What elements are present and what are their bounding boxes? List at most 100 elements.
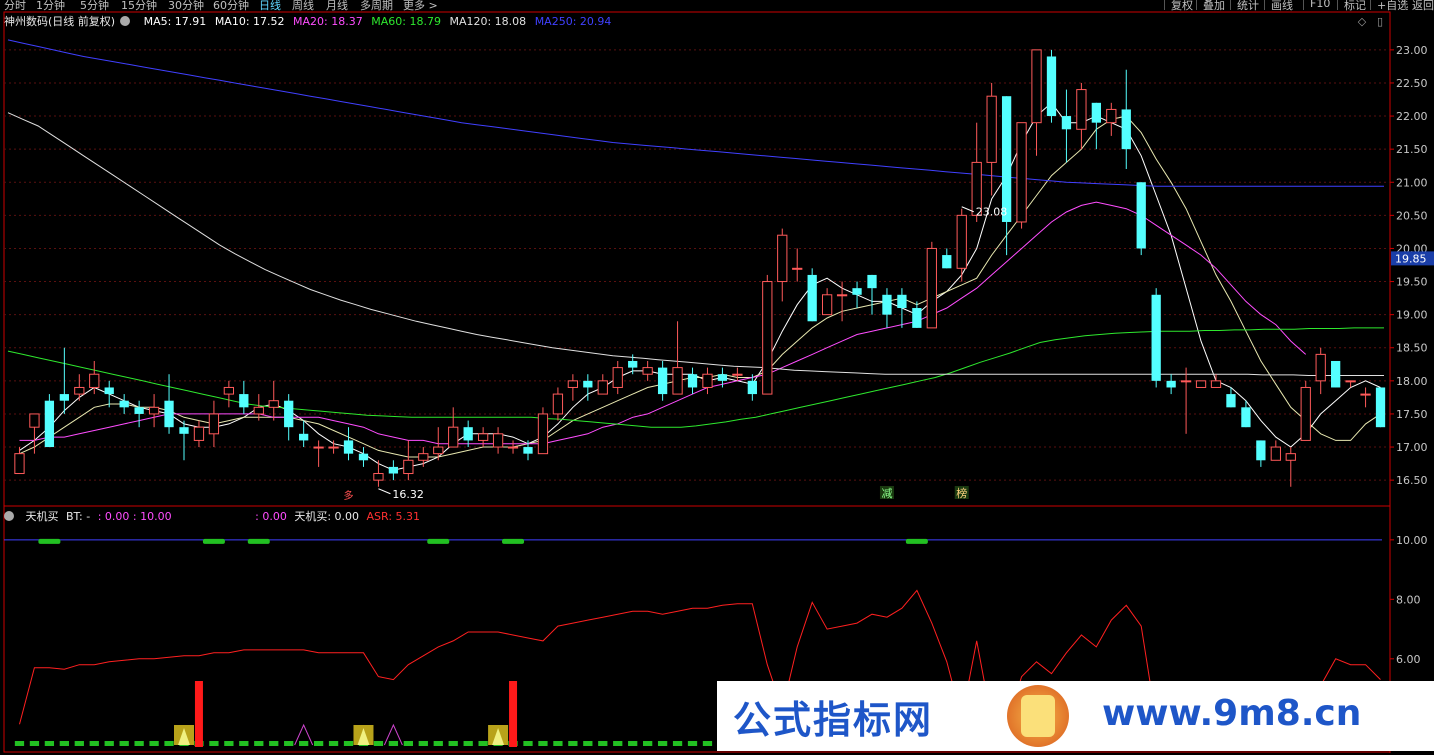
candle-body-down bbox=[1061, 116, 1072, 130]
bottom-strip-bar bbox=[239, 741, 249, 746]
candle-body-down bbox=[1121, 109, 1131, 150]
bottom-strip-bar bbox=[373, 741, 384, 746]
ma10-value: MA10: 17.52 bbox=[214, 15, 285, 28]
watermark-text-left: 公式指标网 bbox=[733, 698, 934, 742]
bottom-strip-bar bbox=[104, 741, 114, 746]
candle-body-down bbox=[897, 294, 907, 309]
bottom-strip-bar bbox=[613, 741, 623, 746]
top-marker bbox=[247, 538, 270, 544]
candle-body-down bbox=[284, 400, 294, 428]
candle-body-up bbox=[193, 426, 205, 441]
main-y-tick-label: 22.00 bbox=[1396, 110, 1428, 123]
ma-line-ma250 bbox=[7, 39, 1384, 187]
candle-body-down bbox=[1151, 294, 1161, 381]
candle-body-up bbox=[552, 393, 564, 415]
ma250-value: MA250: 20.94 bbox=[534, 15, 612, 28]
bottom-strip-bar bbox=[643, 741, 653, 746]
bt-values: : 0.00 : 10.00 bbox=[97, 510, 172, 523]
candle-body-down bbox=[583, 380, 593, 388]
candle-body-up bbox=[148, 406, 160, 415]
candle-body-up bbox=[1210, 380, 1222, 388]
candle-body-down bbox=[299, 433, 309, 441]
main-y-tick-label: 19.50 bbox=[1396, 276, 1428, 289]
candle-body-down bbox=[628, 360, 638, 368]
bottom-strip-bar bbox=[687, 741, 698, 746]
candle-body-down bbox=[119, 400, 129, 408]
indicator-name[interactable]: 天机买 bbox=[26, 510, 59, 523]
candle-body-down bbox=[59, 394, 69, 401]
indicator-collapse-icon[interactable] bbox=[4, 510, 18, 523]
bottom-mark-label: 榜 bbox=[956, 486, 967, 500]
bottom-strip-bar bbox=[388, 741, 399, 746]
main-y-tick-label: 17.00 bbox=[1396, 441, 1428, 454]
candle-body-down bbox=[852, 288, 862, 295]
candle-body-up bbox=[208, 413, 220, 435]
bottom-strip-bar bbox=[463, 741, 473, 746]
bottom-strip-bar bbox=[448, 741, 458, 746]
bottom-strip-bar bbox=[343, 741, 354, 746]
bottom-strip-bar bbox=[702, 741, 713, 746]
candle-body-down bbox=[867, 274, 877, 289]
watermark-banner: 公式指标网 www.9m8.cn bbox=[717, 681, 1434, 751]
top-marker bbox=[427, 538, 450, 544]
bottom-strip-bar bbox=[254, 741, 264, 746]
bottom-strip-bar bbox=[433, 741, 443, 746]
candle-body-up bbox=[74, 386, 85, 395]
candle-body-up bbox=[1285, 453, 1296, 461]
panel-icon: ▯ bbox=[1377, 15, 1383, 28]
candle-body-down bbox=[358, 453, 369, 461]
bottom-strip-bar bbox=[14, 741, 25, 746]
main-legend: 神州数码(日线 前复权) MA5: 17.91 MA10: 17.52 MA20… bbox=[4, 13, 616, 29]
candle-body-up bbox=[762, 281, 773, 395]
candle-body-up bbox=[1031, 49, 1042, 124]
candle-body-up bbox=[956, 214, 967, 269]
candle-body-down bbox=[179, 427, 189, 434]
bottom-strip-bar bbox=[89, 741, 99, 746]
stock-title[interactable]: 神州数码(日线 前复权) bbox=[4, 15, 115, 28]
candle-body-up bbox=[821, 294, 833, 316]
candle-body-up bbox=[418, 453, 429, 461]
candle-body-down bbox=[104, 387, 114, 395]
bottom-strip-bar bbox=[44, 741, 55, 746]
ma20-value: MA20: 18.37 bbox=[293, 15, 363, 28]
candle-body-down bbox=[1375, 387, 1386, 428]
watermark-text-right: www.9m8.cn bbox=[1102, 693, 1362, 734]
candle-body-up bbox=[223, 386, 235, 395]
low-marker-label: 16.32 bbox=[392, 488, 424, 501]
candle-body-down bbox=[687, 374, 698, 388]
main-y-tick-label: 21.50 bbox=[1396, 143, 1428, 156]
candle-body-down bbox=[1256, 440, 1266, 461]
bottom-strip-bar bbox=[269, 741, 279, 746]
bottom-mark-label: 减 bbox=[881, 487, 892, 500]
candle-body-up bbox=[268, 400, 279, 408]
top-marker bbox=[502, 538, 525, 544]
bt-label: BT: - bbox=[66, 510, 91, 523]
chart-canvas[interactable]: 23.0022.5022.0021.5021.0020.5020.0019.50… bbox=[0, 0, 1434, 755]
bottom-strip-bar bbox=[299, 741, 309, 746]
collapse-icon[interactable] bbox=[120, 15, 135, 28]
candle-body-up bbox=[1270, 446, 1281, 461]
candle-body-up bbox=[537, 413, 549, 455]
candle-body-up bbox=[612, 367, 623, 388]
diamond-icon: ◇ bbox=[1358, 15, 1367, 28]
candle-body-up bbox=[1180, 380, 1192, 383]
candle-body-up bbox=[1106, 108, 1117, 124]
bottom-strip-bar bbox=[209, 741, 219, 746]
candle-body-up bbox=[492, 433, 504, 448]
bottom-strip-bar bbox=[523, 741, 533, 746]
candle-body-up bbox=[1016, 122, 1027, 223]
candle-body-down bbox=[343, 440, 354, 454]
main-y-tick-label: 21.00 bbox=[1396, 176, 1428, 189]
ma-line-ma5 bbox=[19, 102, 1381, 471]
main-y-tick-label: 18.00 bbox=[1396, 375, 1428, 388]
candle-body-up bbox=[14, 453, 25, 475]
candle-body-up bbox=[1300, 386, 1311, 441]
top-marker bbox=[905, 538, 928, 544]
bottom-mark-label: 多 bbox=[344, 489, 354, 502]
bottom-strip-bar bbox=[583, 741, 593, 746]
high-marker-label: 23.08 bbox=[976, 206, 1008, 219]
ma60-value: MA60: 18.79 bbox=[371, 15, 441, 28]
main-y-tick-label: 18.50 bbox=[1396, 342, 1428, 355]
bottom-strip-bar bbox=[59, 741, 69, 746]
bottom-strip-bar bbox=[134, 741, 144, 746]
